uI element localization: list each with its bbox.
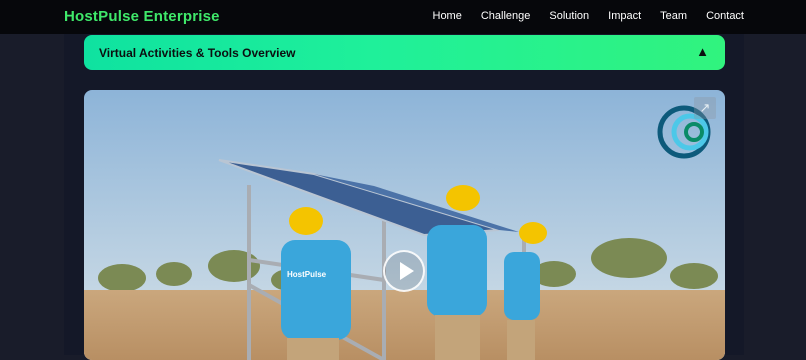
- dry-ground: [84, 290, 725, 360]
- shirt-logo-text: HostPulse: [287, 270, 327, 279]
- collapse-arrow-icon[interactable]: ▲: [696, 44, 709, 59]
- nav-link-home[interactable]: Home: [433, 10, 462, 22]
- accordion-title: Virtual Activities & Tools Overview: [99, 46, 296, 60]
- nav-link-challenge[interactable]: Challenge: [481, 10, 531, 22]
- nav-link-solution[interactable]: Solution: [549, 10, 589, 22]
- nav-link-impact[interactable]: Impact: [608, 10, 641, 22]
- activities-accordion-header[interactable]: Virtual Activities & Tools Overview ▲: [84, 35, 725, 70]
- external-link-icon[interactable]: ↗: [694, 97, 716, 119]
- nav-link-team[interactable]: Team: [660, 10, 687, 22]
- nav-links: Home Challenge Solution Impact Team Cont…: [414, 10, 745, 22]
- video-player[interactable]: HostPulse ↗: [84, 90, 725, 360]
- play-button[interactable]: [383, 250, 425, 292]
- video-thumbnail: HostPulse: [84, 90, 725, 360]
- brand-logo-text[interactable]: HostPulse Enterprise: [64, 8, 220, 25]
- top-navbar: HostPulse Enterprise Home Challenge Solu…: [0, 0, 806, 34]
- nav-link-contact[interactable]: Contact: [706, 10, 744, 22]
